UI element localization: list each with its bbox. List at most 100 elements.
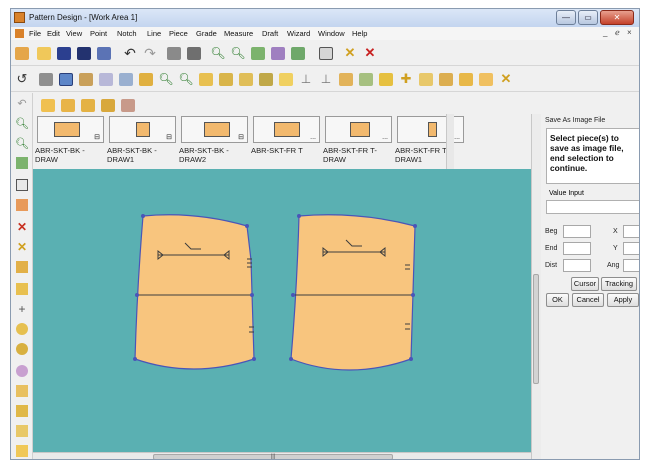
point-plus-icon[interactable]	[14, 443, 30, 459]
mdi-restore-button[interactable]: ℯ	[615, 28, 620, 37]
walk-tool-icon[interactable]	[457, 70, 475, 88]
menu-draft[interactable]: Draft	[262, 29, 278, 38]
piece-info-icon[interactable]	[99, 96, 117, 114]
piece-copy-icon[interactable]	[59, 96, 77, 114]
y-field[interactable]	[623, 242, 639, 255]
notch-tool-icon[interactable]	[197, 70, 215, 88]
curve-tool-icon[interactable]	[337, 70, 355, 88]
pattern-piece-front[interactable]	[289, 214, 417, 371]
table-icon[interactable]	[14, 197, 30, 213]
clear-icon[interactable]: ✕	[14, 239, 30, 255]
ok-button[interactable]: OK	[546, 293, 569, 307]
menu-measure[interactable]: Measure	[224, 29, 253, 38]
zoom-window-icon[interactable]	[249, 44, 267, 62]
measure-tool-icon[interactable]	[117, 70, 135, 88]
zoom-out-icon[interactable]: 🔍︎	[229, 44, 247, 62]
canvas-horizontal-scrollbar[interactable]: |||	[33, 452, 531, 459]
grade-rule-icon[interactable]	[237, 70, 255, 88]
menu-line[interactable]: Line	[147, 29, 161, 38]
apply-button[interactable]: Apply	[607, 293, 639, 307]
work-area-canvas[interactable]	[33, 169, 531, 452]
menu-notch[interactable]: Notch	[117, 29, 137, 38]
maximize-button[interactable]: ▭	[578, 10, 598, 25]
beg-field[interactable]	[563, 225, 591, 238]
split-tool-icon[interactable]	[417, 70, 435, 88]
seam-tool-icon[interactable]	[257, 70, 275, 88]
fold-tool-icon[interactable]	[377, 70, 395, 88]
menu-edit[interactable]: Edit	[47, 29, 60, 38]
delete-icon[interactable]: ✕	[14, 219, 30, 235]
piece-thumbnail[interactable]: ...	[253, 116, 320, 143]
line-tool-icon[interactable]	[97, 70, 115, 88]
tracking-button[interactable]: Tracking	[601, 277, 637, 291]
cancel-x-icon[interactable]: ✕	[361, 44, 379, 62]
piece-thumbnail[interactable]: ⊟	[37, 116, 104, 143]
align-center-icon[interactable]: ⊥	[317, 70, 335, 88]
piece-list-scrollbar[interactable]	[446, 114, 454, 169]
redo-icon[interactable]: ↷	[141, 44, 159, 62]
open-icon[interactable]	[35, 44, 53, 62]
menu-window[interactable]: Window	[318, 29, 345, 38]
delete-piece-icon[interactable]: ✕	[497, 70, 515, 88]
mdi-close-button[interactable]: ×	[627, 28, 632, 37]
grade-tool-icon[interactable]	[217, 70, 235, 88]
piece-flip-icon[interactable]	[79, 96, 97, 114]
align-tool-icon[interactable]: ⊥	[297, 70, 315, 88]
zoom-plus-icon[interactable]: 🔍︎	[14, 115, 30, 131]
menu-help[interactable]: Help	[352, 29, 367, 38]
mdi-minimize-button[interactable]: _	[603, 28, 607, 37]
clip-tool-icon[interactable]	[477, 70, 495, 88]
select-icon[interactable]	[57, 70, 75, 88]
delete-x-icon[interactable]: ✕	[341, 44, 359, 62]
notch-point-icon[interactable]	[14, 403, 30, 419]
calculator-icon[interactable]	[317, 44, 335, 62]
menu-point[interactable]: Point	[90, 29, 107, 38]
menu-wizard[interactable]: Wizard	[287, 29, 310, 38]
notes-icon[interactable]	[14, 177, 30, 193]
undo-arc-icon[interactable]: ↶	[14, 95, 30, 111]
save-all-icon[interactable]	[75, 44, 93, 62]
export-icon[interactable]	[95, 44, 113, 62]
zoom-tool-icon[interactable]: 🔍︎	[157, 70, 175, 88]
mirror-tool-icon[interactable]	[357, 70, 375, 88]
vertical-scroll-thumb[interactable]	[533, 274, 539, 384]
menu-file[interactable]: File	[29, 29, 41, 38]
piece-thumbnail[interactable]: ⊟	[181, 116, 248, 143]
piece-thumbnail[interactable]: ⊟	[109, 116, 176, 143]
canvas-vertical-scrollbar[interactable]	[531, 114, 541, 459]
print-icon[interactable]	[165, 44, 183, 62]
pattern-piece-back[interactable]	[133, 214, 256, 370]
rotate-icon[interactable]: ↺	[13, 70, 31, 88]
new-icon[interactable]	[13, 44, 31, 62]
zoom-minus-icon[interactable]: 🔍︎	[14, 135, 30, 151]
grid-tool-icon[interactable]	[277, 70, 295, 88]
zoom-all-icon[interactable]	[289, 44, 307, 62]
close-button[interactable]: ✕	[600, 10, 634, 25]
cancel-button[interactable]: Cancel	[572, 293, 604, 307]
grade-point-icon[interactable]	[14, 383, 30, 399]
horizontal-scroll-thumb[interactable]: |||	[153, 454, 393, 459]
pencil-icon[interactable]	[14, 281, 30, 297]
x-field[interactable]	[623, 225, 639, 238]
undo-icon[interactable]: ↶	[121, 44, 139, 62]
curve-point-icon[interactable]	[14, 363, 30, 379]
add-point-icon[interactable]	[14, 341, 30, 357]
zoom-in-icon[interactable]: 🔍︎	[209, 44, 227, 62]
zoom-piece-icon[interactable]	[269, 44, 287, 62]
end-field[interactable]	[563, 242, 591, 255]
dist-field[interactable]	[563, 259, 591, 272]
piece-add-icon[interactable]	[39, 96, 57, 114]
menu-view[interactable]: View	[66, 29, 82, 38]
pleat-tool-icon[interactable]: ✚	[397, 70, 415, 88]
value-input-field[interactable]	[546, 200, 639, 214]
dart-tool-icon[interactable]	[137, 70, 155, 88]
piece-tool-icon[interactable]	[437, 70, 455, 88]
magnify-tool-icon[interactable]: 🔍︎	[177, 70, 195, 88]
menu-piece[interactable]: Piece	[169, 29, 188, 38]
printer-icon[interactable]	[37, 70, 55, 88]
cross-icon[interactable]: +	[14, 301, 30, 317]
minimize-button[interactable]: —	[556, 10, 576, 25]
save-icon[interactable]	[55, 44, 73, 62]
piece-thumbnail[interactable]: ...	[325, 116, 392, 143]
point-tool-icon[interactable]	[77, 70, 95, 88]
